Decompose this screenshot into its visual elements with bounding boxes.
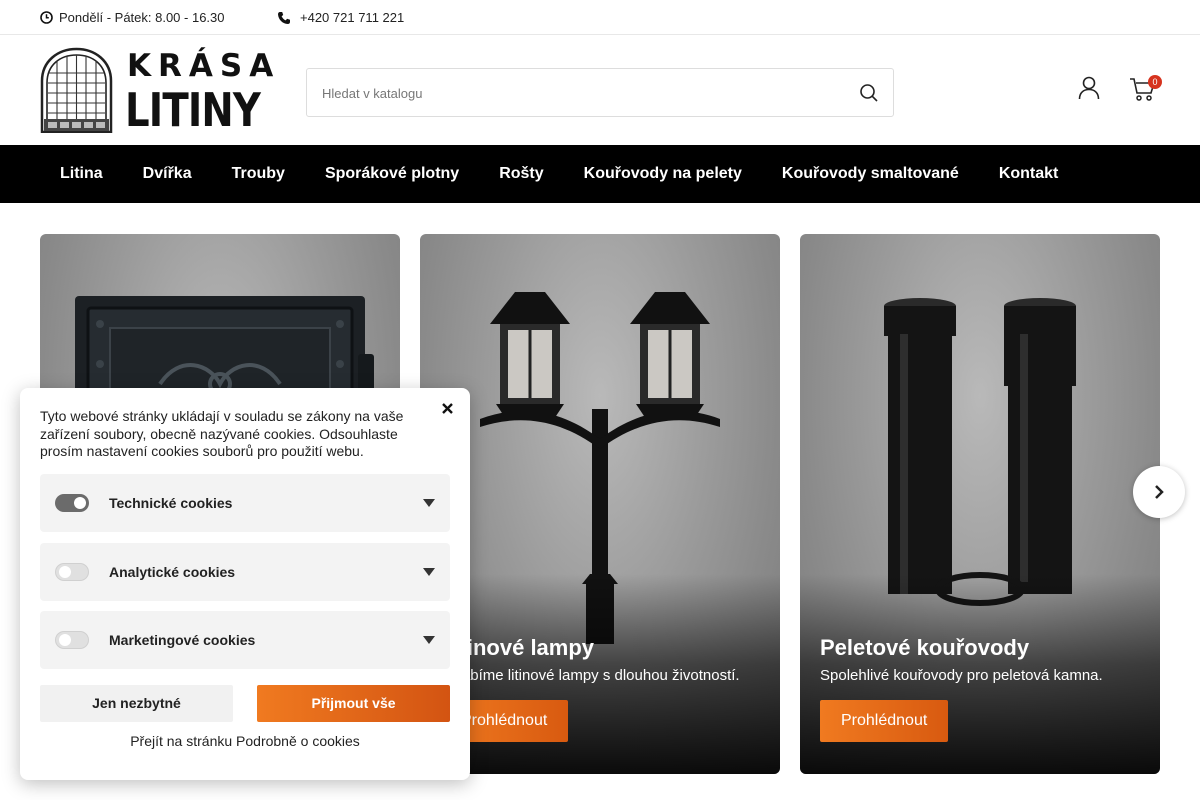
nav-item-kourovody-smaltovane[interactable]: Kouřovody smaltované [762,145,979,203]
nav-item-sporakove-plotny[interactable]: Sporákové plotny [305,145,479,203]
analytics-cookies-toggle[interactable] [55,563,89,581]
cookie-category-marketing[interactable]: Marketingové cookies [40,611,450,669]
caret-down-icon[interactable] [423,568,435,576]
cookie-intro-text: Tyto webové stránky ukládají v souladu s… [40,408,404,459]
card-description: Vyrábíme litinové lampy s dlouhou životn… [440,667,740,684]
cookie-category-analytics[interactable]: Analytické cookies [40,543,450,601]
main-navigation: Litina Dvířka Trouby Sporákové plotny Ro… [0,145,1200,203]
cookie-category-label: Technické cookies [109,495,233,511]
user-account-icon[interactable] [1078,76,1100,100]
search-input[interactable] [322,83,842,103]
cookie-category-label: Analytické cookies [109,564,236,580]
cookie-consent-dialog: Tyto webové stránky ukládají v souladu s… [20,388,470,780]
caret-down-icon[interactable] [423,499,435,507]
close-button[interactable] [438,399,456,417]
card-title: Litinové lampy [440,635,595,660]
category-card-peletove-kourovody[interactable]: Peletové kouřovody Spolehlivé kouřovody … [800,234,1160,774]
card-text: Litinové lampy Vyrábíme litinové lampy s… [440,634,740,742]
category-card-lampy[interactable]: Litinové lampy Vyrábíme litinové lampy s… [420,234,780,774]
cookie-category-technical[interactable]: Technické cookies [40,474,450,532]
caret-down-icon[interactable] [423,636,435,644]
necessary-only-button[interactable]: Jen nezbytné [40,685,233,722]
nav-item-litina[interactable]: Litina [40,145,123,203]
logo-text-bottom: LITINY [125,83,261,137]
close-icon [441,402,453,414]
clock-icon [40,11,53,24]
logo-text-top: KRÁSA [127,48,281,84]
cookie-category-label: Marketingové cookies [109,632,256,648]
opening-hours-text: Pondělí - Pátek: 8.00 - 16.30 [59,10,225,25]
cart-count-badge: 0 [1148,75,1162,89]
card-description: Spolehlivé kouřovody pro peletová kamna. [820,667,1103,684]
nav-item-kontakt[interactable]: Kontakt [979,145,1079,203]
search-box [306,68,894,117]
technical-cookies-toggle[interactable] [55,494,89,512]
top-info-bar: Pondělí - Pátek: 8.00 - 16.30 +420 721 7… [0,0,1200,35]
card-title: Peletové kouřovody [820,635,1030,660]
chevron-right-icon [1155,485,1164,499]
cookie-details-link[interactable]: Přejít na stránku Podrobně o cookies [20,733,470,749]
nav-item-kourovody-na-pelety[interactable]: Kouřovody na pelety [564,145,762,203]
search-icon[interactable] [859,83,879,103]
nav-item-trouby[interactable]: Trouby [212,145,305,203]
phone-contact[interactable]: +420 721 711 221 [277,10,404,25]
site-logo[interactable]: KRÁSA LITINY [40,47,276,137]
view-button[interactable]: Prohlédnout [820,700,949,742]
accept-all-button[interactable]: Přijmout vše [257,685,450,722]
card-text: Peletové kouřovody Spolehlivé kouřovody … [820,634,1103,742]
nav-item-rosty[interactable]: Rošty [479,145,563,203]
phone-icon [278,11,290,24]
nav-item-dvirka[interactable]: Dvířka [123,145,212,203]
opening-hours: Pondělí - Pátek: 8.00 - 16.30 [40,10,225,25]
phone-number[interactable]: +420 721 711 221 [300,10,404,25]
cast-iron-door-logo-icon [40,47,113,133]
carousel-next-button[interactable] [1133,466,1185,518]
marketing-cookies-toggle[interactable] [55,631,89,649]
